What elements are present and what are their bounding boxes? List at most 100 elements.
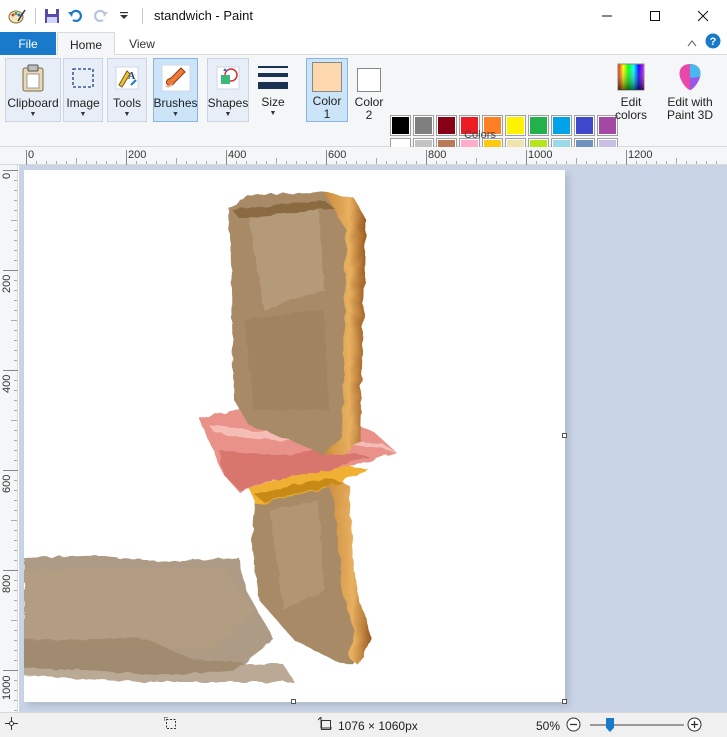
chevron-down-icon: ▼ [79,111,87,118]
ruler-minor-tick [14,440,17,441]
zoom-slider-thumb[interactable] [606,718,614,732]
edit-paint3d-button[interactable]: Edit with Paint 3D [660,58,720,122]
customize-qat-icon[interactable] [113,5,135,27]
image-dimensions: 1076 × 1060px [317,715,418,734]
drawing-canvas[interactable] [24,170,565,702]
tools-button[interactable]: A Tools ▼ [107,58,147,122]
ruler-tick [3,470,18,471]
paint3d-icon [674,61,706,93]
collapse-ribbon-icon[interactable] [687,36,697,50]
ruler-tick [3,170,18,171]
chevron-down-icon: ▼ [29,111,37,118]
zoom-slider-track[interactable] [590,724,684,726]
ruler-minor-tick [516,161,517,164]
tab-home[interactable]: Home [57,32,115,56]
ruler-minor-tick [656,161,657,164]
tab-view[interactable]: View [118,32,166,55]
selection-size [163,716,178,734]
vertical-ruler: 0 200 400 600 800 1000 [0,165,18,712]
edit-colors-button[interactable]: Edit colors [612,58,650,122]
palette-swatch[interactable] [390,115,411,136]
undo-icon[interactable] [65,5,87,27]
image-button[interactable]: Image ▼ [63,58,103,122]
ruler-minor-tick [356,161,357,164]
ruler-tick-label: 200 [128,149,147,161]
ruler-minor-tick [14,380,17,381]
help-icon[interactable]: ? [705,33,721,52]
close-button[interactable] [679,0,727,31]
painting-image [24,192,396,682]
ruler-minor-tick [416,161,417,164]
clipboard-button[interactable]: Clipboard ▼ [5,58,61,122]
ruler-minor-tick [11,320,17,321]
status-bar: 1076 × 1060px 50% [0,712,727,737]
ruler-minor-tick [14,180,17,181]
ruler-minor-tick [166,161,167,164]
ruler-minor-tick [266,161,267,164]
color2-label: Color 2 [354,95,384,122]
maximize-button[interactable] [631,0,679,31]
brush-icon [160,62,192,94]
save-icon[interactable] [41,5,63,27]
paint-app-icon[interactable] [6,5,28,27]
tools-icon: A [111,62,143,94]
color1-label: Color 1 [312,94,342,121]
ruler-minor-tick [116,161,117,164]
resize-handle-bottom[interactable] [291,699,296,704]
quick-access-toolbar [0,0,148,31]
palette-swatch[interactable] [574,115,595,136]
ruler-minor-tick [666,161,667,164]
qat-separator [35,7,36,24]
ruler-minor-tick [586,161,587,164]
ruler-tick-label: 1000 [1,675,13,700]
tab-file[interactable]: File [0,32,56,55]
edit-paint3d-label: Edit with Paint 3D [666,95,714,122]
color2-button[interactable]: Color 2 [350,58,388,122]
select-icon [67,62,99,94]
color1-button[interactable]: Color 1 [306,58,348,122]
ruler-minor-tick [14,510,17,511]
brushes-button[interactable]: Brushes ▼ [153,58,198,122]
ruler-minor-tick [206,161,207,164]
ruler-tick [3,270,18,271]
shapes-icon [212,62,244,94]
ruler-tick [26,150,27,165]
minimize-button[interactable] [583,0,631,31]
ruler-minor-tick [11,520,17,521]
palette-swatch[interactable] [528,115,549,136]
ruler-minor-tick [14,700,17,701]
ruler-minor-tick [576,158,577,164]
ruler-minor-tick [14,550,17,551]
palette-swatch[interactable] [413,115,434,136]
palette-swatch[interactable] [551,115,572,136]
shapes-button[interactable]: Shapes ▼ [207,58,249,122]
rainbow-icon [615,61,647,93]
brushes-label: Brushes [153,96,198,110]
ruler-minor-tick [14,240,17,241]
cursor-position [5,717,18,733]
size-button[interactable]: Size ▼ [252,58,294,122]
ruler-minor-tick [14,360,17,361]
ruler-minor-tick [46,161,47,164]
zoom-out-icon[interactable] [566,717,581,735]
ruler-minor-tick [466,161,467,164]
work-area[interactable] [19,165,727,712]
zoom-in-icon[interactable] [687,717,702,735]
resize-handle-corner[interactable] [562,699,567,704]
ruler-minor-tick [276,158,277,164]
ruler-minor-tick [14,200,17,201]
ruler-minor-tick [146,161,147,164]
ruler-minor-tick [36,161,37,164]
ruler-minor-tick [436,161,437,164]
ruler-minor-tick [346,161,347,164]
canvas-size-icon [317,715,332,734]
ruler-minor-tick [566,161,567,164]
ruler-minor-tick [14,590,17,591]
ruler-minor-tick [14,650,17,651]
ruler-minor-tick [14,710,17,711]
ruler-minor-tick [246,161,247,164]
ribbon-controls: ? [687,33,721,52]
ruler-minor-tick [14,350,17,351]
resize-handle-right[interactable] [562,433,567,438]
redo-icon[interactable] [89,5,111,27]
